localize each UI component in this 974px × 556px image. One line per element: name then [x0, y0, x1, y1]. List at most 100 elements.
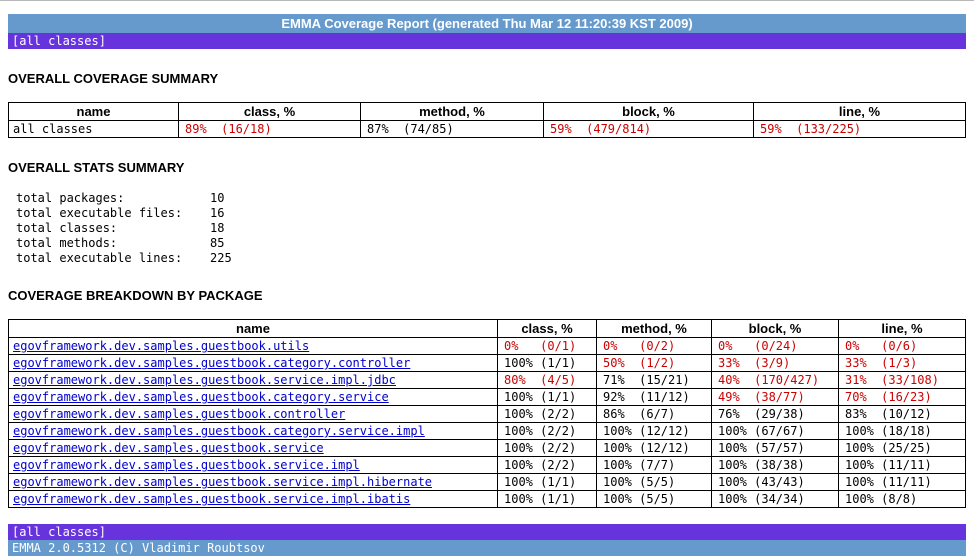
coverage-value-cell: 100% (57/57): [712, 440, 839, 457]
coverage-value-cell: 87% (74/85): [361, 121, 544, 138]
package-link[interactable]: egovframework.dev.samples.guestbook.cate…: [13, 356, 410, 370]
coverage-value-cell: 59% (133/225): [754, 121, 966, 138]
table-row: egovframework.dev.samples.guestbook.serv…: [9, 457, 966, 474]
coverage-value-cell: 0% (0/24): [712, 338, 839, 355]
coverage-value-cell: 100% (43/43): [712, 474, 839, 491]
coverage-value-cell: 100% (5/5): [597, 474, 712, 491]
package-link[interactable]: egovframework.dev.samples.guestbook.serv…: [13, 441, 324, 455]
table-row: egovframework.dev.samples.guestbook.cate…: [9, 423, 966, 440]
coverage-value-cell: 100% (11/11): [839, 474, 966, 491]
column-header: block, %: [712, 320, 839, 338]
coverage-value-cell: 100% (2/2): [498, 423, 597, 440]
stats-row: total methods:85: [16, 236, 232, 251]
stats-row: total executable files:16: [16, 206, 232, 221]
coverage-value-cell: 80% (4/5): [498, 372, 597, 389]
package-link[interactable]: egovframework.dev.samples.guestbook.serv…: [13, 492, 410, 506]
column-header: method, %: [361, 103, 544, 121]
coverage-value-cell: 92% (11/12): [597, 389, 712, 406]
package-name-cell: egovframework.dev.samples.guestbook.serv…: [9, 457, 498, 474]
package-name-cell: egovframework.dev.samples.guestbook.cont…: [9, 406, 498, 423]
coverage-value-cell: 100% (1/1): [498, 474, 597, 491]
table-row: egovframework.dev.samples.guestbook.cate…: [9, 389, 966, 406]
coverage-value-cell: 0% (0/6): [839, 338, 966, 355]
coverage-value-cell: 100% (11/11): [839, 457, 966, 474]
stat-value: 10: [210, 191, 232, 206]
table-row: egovframework.dev.samples.guestbook.serv…: [9, 491, 966, 508]
coverage-value-cell: 100% (34/34): [712, 491, 839, 508]
coverage-value-cell: 70% (16/23): [839, 389, 966, 406]
package-link[interactable]: egovframework.dev.samples.guestbook.cate…: [13, 390, 389, 404]
package-name-cell: egovframework.dev.samples.guestbook.cate…: [9, 389, 498, 406]
overall-stats-table: total packages:10total executable files:…: [16, 191, 232, 266]
coverage-value-cell: 0% (0/2): [597, 338, 712, 355]
stats-row: total classes:18: [16, 221, 232, 236]
footer-bar: EMMA 2.0.5312 (C) Vladimir Roubtsov: [8, 540, 966, 556]
coverage-value-cell: 100% (1/1): [498, 389, 597, 406]
coverage-value-cell: 100% (5/5): [597, 491, 712, 508]
package-name-cell: egovframework.dev.samples.guestbook.serv…: [9, 491, 498, 508]
stat-value: 225: [210, 251, 232, 266]
table-row: egovframework.dev.samples.guestbook.serv…: [9, 372, 966, 389]
coverage-value-cell: 50% (1/2): [597, 355, 712, 372]
emma-report-page: EMMA Coverage Report (generated Thu Mar …: [0, 0, 974, 556]
coverage-value-cell: 100% (2/2): [498, 406, 597, 423]
nav-bar-top: [all classes]: [8, 33, 966, 49]
coverage-value-cell: 100% (38/38): [712, 457, 839, 474]
column-header: block, %: [544, 103, 754, 121]
coverage-value-cell: 100% (67/67): [712, 423, 839, 440]
table-row: egovframework.dev.samples.guestbook.util…: [9, 338, 966, 355]
stats-row: total packages:10: [16, 191, 232, 206]
package-link[interactable]: egovframework.dev.samples.guestbook.serv…: [13, 475, 432, 489]
table-row: egovframework.dev.samples.guestbook.cate…: [9, 355, 966, 372]
coverage-value-cell: 76% (29/38): [712, 406, 839, 423]
summary-header-row: nameclass, %method, %block, %line, %: [9, 103, 966, 121]
coverage-value-cell: 31% (33/108): [839, 372, 966, 389]
column-header: method, %: [597, 320, 712, 338]
coverage-value-cell: 59% (479/814): [544, 121, 754, 138]
coverage-value-cell: 33% (1/3): [839, 355, 966, 372]
column-header: name: [9, 103, 179, 121]
coverage-value-cell: 86% (6/7): [597, 406, 712, 423]
coverage-value-cell: 100% (1/1): [498, 491, 597, 508]
column-header: line, %: [754, 103, 966, 121]
package-link[interactable]: egovframework.dev.samples.guestbook.cate…: [13, 424, 425, 438]
package-name-cell: egovframework.dev.samples.guestbook.serv…: [9, 372, 498, 389]
package-link[interactable]: egovframework.dev.samples.guestbook.util…: [13, 339, 309, 353]
nav-bar-bottom: [all classes]: [8, 524, 966, 540]
overall-coverage-heading: OVERALL COVERAGE SUMMARY: [8, 71, 966, 86]
package-name-cell: egovframework.dev.samples.guestbook.cate…: [9, 423, 498, 440]
package-link[interactable]: egovframework.dev.samples.guestbook.serv…: [13, 458, 360, 472]
package-name-cell: egovframework.dev.samples.guestbook.serv…: [9, 474, 498, 491]
stat-label: total packages:: [16, 191, 210, 206]
coverage-value-cell: 100% (25/25): [839, 440, 966, 457]
stat-value: 85: [210, 236, 232, 251]
stat-value: 16: [210, 206, 232, 221]
package-name-cell: egovframework.dev.samples.guestbook.cate…: [9, 355, 498, 372]
column-header: line, %: [839, 320, 966, 338]
package-link[interactable]: egovframework.dev.samples.guestbook.serv…: [13, 373, 396, 387]
coverage-value-cell: 49% (38/77): [712, 389, 839, 406]
overall-stats-heading: OVERALL STATS SUMMARY: [8, 160, 966, 175]
nav-all-classes-top: [all classes]: [12, 34, 106, 48]
coverage-value-cell: 100% (7/7): [597, 457, 712, 474]
breakdown-by-package-table: nameclass, %method, %block, %line, % ego…: [8, 319, 966, 508]
coverage-value-cell: 100% (8/8): [839, 491, 966, 508]
stats-row: total executable lines:225: [16, 251, 232, 266]
coverage-value-cell: 100% (1/1): [498, 355, 597, 372]
coverage-value-cell: 100% (2/2): [498, 457, 597, 474]
nav-all-classes-bottom: [all classes]: [12, 525, 106, 539]
table-row: egovframework.dev.samples.guestbook.serv…: [9, 440, 966, 457]
coverage-value-cell: 83% (10/12): [839, 406, 966, 423]
column-header: class, %: [179, 103, 361, 121]
coverage-value-cell: 0% (0/1): [498, 338, 597, 355]
package-link[interactable]: egovframework.dev.samples.guestbook.cont…: [13, 407, 345, 421]
stat-label: total methods:: [16, 236, 210, 251]
coverage-value-cell: 100% (12/12): [597, 440, 712, 457]
coverage-value-cell: 33% (3/9): [712, 355, 839, 372]
coverage-value-cell: 89% (16/18): [179, 121, 361, 138]
coverage-value-cell: 100% (12/12): [597, 423, 712, 440]
report-title-bar: EMMA Coverage Report (generated Thu Mar …: [8, 14, 966, 33]
column-header: class, %: [498, 320, 597, 338]
overall-coverage-table: nameclass, %method, %block, %line, % all…: [8, 102, 966, 138]
row-name-cell: all classes: [9, 121, 179, 138]
